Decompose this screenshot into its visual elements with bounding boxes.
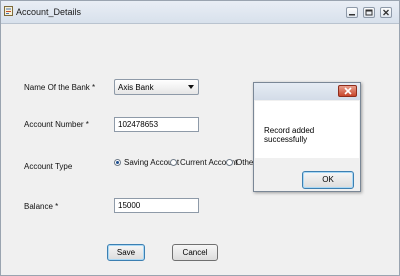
close-button[interactable] [380,7,392,18]
message-text: Record added successfully [264,126,315,144]
message-box-body: Record added successfully [255,101,359,158]
bank-name-value: Axis Bank [118,83,154,92]
close-icon [383,9,389,16]
account-number-label: Account Number * [24,120,89,129]
maximize-icon [365,9,373,16]
cancel-button[interactable]: Cancel [172,244,218,261]
account-details-window: Account_Details Name Of the Bank * Axis … [0,0,400,276]
bank-name-label: Name Of the Bank * [24,83,96,92]
balance-label: Balance * [24,202,59,211]
title-bar[interactable]: Account_Details [1,1,399,24]
account-type-label: Account Type [24,162,73,171]
maximize-button[interactable] [363,7,375,18]
message-box-close-button[interactable] [338,85,357,97]
chevron-down-icon [188,85,194,89]
bank-name-dropdown[interactable]: Axis Bank [114,79,199,95]
message-box-dialog: Record added successfully OK [253,82,361,192]
radio-saving-account[interactable] [114,159,121,166]
app-icon [4,6,13,16]
balance-field[interactable]: 15000 [114,198,199,213]
close-icon [344,87,352,95]
minimize-icon [349,14,355,16]
radio-current-account[interactable] [170,159,177,166]
window-title: Account_Details [16,7,82,17]
message-box-title-bar[interactable] [254,83,360,100]
radio-other[interactable] [226,159,233,166]
account-number-field[interactable]: 102478653 [114,117,199,132]
ok-button[interactable]: OK [302,171,354,189]
save-button[interactable]: Save [107,244,145,261]
minimize-button[interactable] [346,7,358,18]
